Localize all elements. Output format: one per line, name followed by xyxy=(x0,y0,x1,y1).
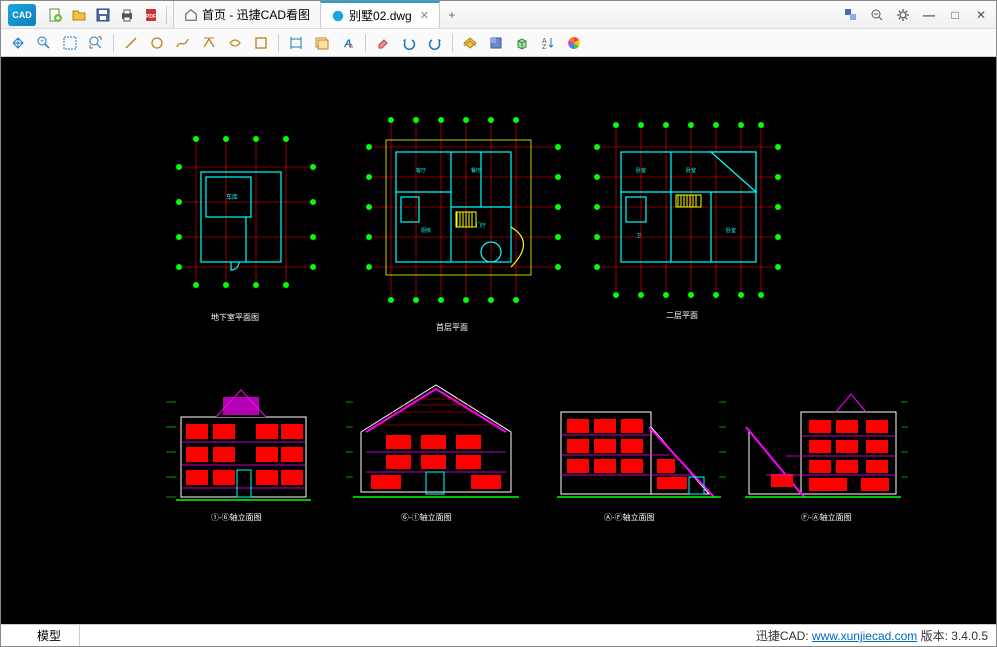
svg-text:卫: 卫 xyxy=(636,233,641,239)
window-controls: — □ ✕ xyxy=(840,4,992,26)
svg-text:卧室: 卧室 xyxy=(636,167,646,174)
rect-tool[interactable] xyxy=(197,31,221,55)
pdf-button[interactable]: PDF xyxy=(140,4,162,26)
polyline-tool[interactable] xyxy=(171,31,195,55)
titlebar: CAD PDF 首页 - 迅捷CAD看图 别墅02.dwg ✕ + — □ ✕ xyxy=(1,1,996,29)
close-button[interactable]: ✕ xyxy=(970,4,992,26)
separator xyxy=(166,6,167,24)
ellipse-tool[interactable] xyxy=(249,31,273,55)
circle-tool[interactable] xyxy=(145,31,169,55)
color-tool[interactable] xyxy=(562,31,586,55)
elevation-label: Ⓐ-Ⓕ轴立面图 xyxy=(604,512,655,523)
home-icon xyxy=(184,8,198,22)
print-button[interactable] xyxy=(116,4,138,26)
svg-text:客厅: 客厅 xyxy=(416,167,426,174)
window-select-tool[interactable] xyxy=(58,31,82,55)
svg-text:a: a xyxy=(349,43,353,50)
redo-button[interactable] xyxy=(423,31,447,55)
tab-bar: 首页 - 迅捷CAD看图 别墅02.dwg ✕ + xyxy=(174,1,840,28)
zoom-tool[interactable]: + xyxy=(32,31,56,55)
elevation-label: ①-⑥轴立面图 xyxy=(211,512,262,523)
dimension-tool[interactable] xyxy=(284,31,308,55)
settings-button[interactable] xyxy=(892,4,914,26)
svg-text:Z: Z xyxy=(542,44,547,51)
app-icon: CAD xyxy=(1,1,43,29)
svg-text:门厅: 门厅 xyxy=(476,222,486,229)
plan-label: 二层平面 xyxy=(666,310,698,321)
elevation-label: Ⓕ-Ⓐ轴立面图 xyxy=(801,512,852,523)
svg-text:车库: 车库 xyxy=(226,193,238,201)
cube-tool[interactable] xyxy=(510,31,534,55)
separator xyxy=(452,34,453,52)
zoom-out-icon[interactable] xyxy=(866,4,888,26)
new-file-button[interactable] xyxy=(44,4,66,26)
website-link[interactable]: www.xunjiecad.com xyxy=(812,629,917,643)
layers-icon[interactable] xyxy=(840,4,862,26)
elevation-1: ①-⑥轴立面图 xyxy=(161,382,321,512)
tab-label: 首页 - 迅捷CAD看图 xyxy=(202,6,310,23)
elevation-label: ⑥-①轴立面图 xyxy=(401,512,452,523)
plan-label: 首层平面 xyxy=(436,322,468,333)
elevation-3: Ⓐ-Ⓕ轴立面图 xyxy=(549,377,729,512)
hatch-tool[interactable] xyxy=(458,31,482,55)
drawing-canvas[interactable]: 车库 地下室平面图 xyxy=(1,57,996,624)
svg-text:PDF: PDF xyxy=(146,14,156,20)
toolbar: + Aa AZ xyxy=(1,29,996,57)
tab-file[interactable]: 别墅02.dwg ✕ xyxy=(320,1,440,28)
svg-text:厨房: 厨房 xyxy=(421,227,431,234)
svg-text:卧室: 卧室 xyxy=(686,167,696,174)
plan-label: 地下室平面图 xyxy=(211,312,259,323)
minimize-button[interactable]: — xyxy=(918,4,940,26)
tab-close-button[interactable]: ✕ xyxy=(420,9,429,22)
open-file-button[interactable] xyxy=(68,4,90,26)
tab-home[interactable]: 首页 - 迅捷CAD看图 xyxy=(173,1,321,28)
bottom-bar: 模型 迅捷CAD: www.xunjiecad.com 版本: 3.4.0.5 xyxy=(1,624,996,646)
save-button[interactable] xyxy=(92,4,114,26)
block-tool[interactable] xyxy=(484,31,508,55)
model-tab[interactable]: 模型 xyxy=(19,625,80,646)
floor-plan-basement: 车库 地下室平面图 xyxy=(171,127,331,307)
maximize-button[interactable]: □ xyxy=(944,4,966,26)
pan-tool[interactable] xyxy=(6,31,30,55)
zoom-extents-tool[interactable] xyxy=(84,31,108,55)
svg-text:+: + xyxy=(40,39,44,45)
svg-text:餐厅: 餐厅 xyxy=(471,167,481,174)
floor-plan-first: 客厅餐厅 厨房门厅 首层平面 xyxy=(361,112,571,322)
svg-text:卧室: 卧室 xyxy=(726,227,736,234)
new-tab-button[interactable]: + xyxy=(440,1,464,28)
layer-tool[interactable] xyxy=(310,31,334,55)
sort-tool[interactable]: AZ xyxy=(536,31,560,55)
separator xyxy=(113,34,114,52)
tab-label: 别墅02.dwg xyxy=(349,7,412,24)
cad-file-icon xyxy=(331,9,345,23)
line-tool[interactable] xyxy=(119,31,143,55)
elevation-4: Ⓕ-Ⓐ轴立面图 xyxy=(741,382,911,512)
undo-button[interactable] xyxy=(397,31,421,55)
arc-tool[interactable] xyxy=(223,31,247,55)
status-text: 迅捷CAD: www.xunjiecad.com 版本: 3.4.0.5 xyxy=(756,627,988,644)
separator xyxy=(365,34,366,52)
elevation-2: ⑥-①轴立面图 xyxy=(341,377,531,512)
floor-plan-second: 卧室卧室 卫卧室 二层平面 xyxy=(591,117,791,317)
erase-tool[interactable] xyxy=(371,31,395,55)
text-tool[interactable]: Aa xyxy=(336,31,360,55)
separator xyxy=(278,34,279,52)
